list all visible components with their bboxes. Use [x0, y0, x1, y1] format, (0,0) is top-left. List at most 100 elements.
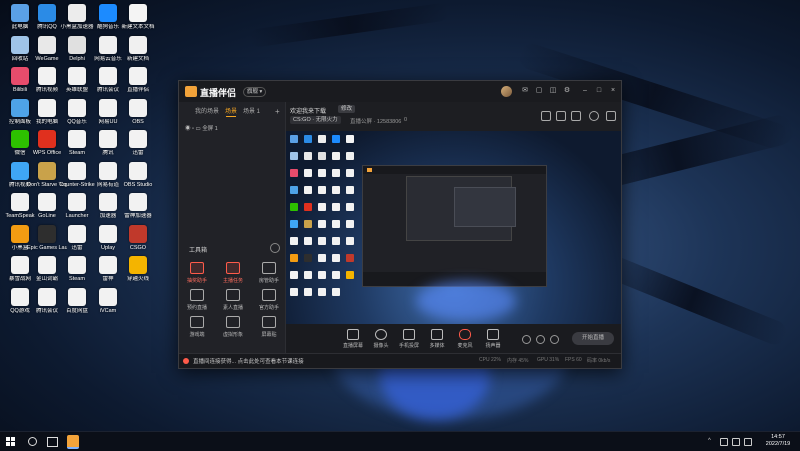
desktop-icon[interactable]: iVCam — [88, 287, 128, 315]
gift-icon[interactable] — [541, 111, 551, 121]
preview-icon — [346, 186, 354, 194]
tool-icon — [262, 289, 276, 301]
windows-start-icon[interactable] — [6, 437, 15, 446]
desktop-icon[interactable]: OBS Studio — [118, 161, 158, 189]
app-icon — [129, 4, 147, 22]
wallpaper-streak — [248, 2, 450, 48]
bell-icon[interactable] — [589, 111, 599, 121]
layer-item[interactable]: ◉ ▫ ▭ 全屏 1 — [185, 124, 218, 132]
desktop-icon[interactable]: OBS — [118, 98, 158, 126]
status-bar: 直播间连接获得... 点击此处可查看本节课连接 CPU 22% 内存 45% G… — [179, 353, 621, 368]
desktop-icon[interactable]: 新建文本文档 — [118, 4, 158, 31]
eye-icon[interactable]: ◉ — [185, 126, 191, 132]
category-selector[interactable]: CS:GO · 无限火力 — [290, 116, 341, 124]
preview-icon — [332, 254, 340, 262]
volume-icon[interactable] — [732, 438, 740, 446]
preview-icon — [318, 152, 326, 160]
app-icon — [38, 35, 56, 54]
lock-icon[interactable]: ▫ — [192, 126, 194, 132]
minimize-icon[interactable]: – — [581, 87, 589, 95]
tab-scene[interactable]: 场景 — [225, 106, 237, 115]
tool-label: 抽奖助手 — [186, 278, 207, 284]
user-avatar[interactable] — [501, 86, 512, 97]
preview-icon — [318, 186, 326, 194]
ime-icon[interactable] — [744, 438, 752, 446]
settings-icon[interactable]: ⚙ — [563, 87, 571, 95]
lock-icon[interactable] — [556, 111, 566, 121]
visibility-icon[interactable] — [536, 335, 545, 344]
desktop-icon[interactable]: 直播伴侣 — [118, 67, 158, 94]
network-icon[interactable] — [720, 438, 728, 446]
tool-item[interactable]: 虚拟形象 — [218, 316, 248, 338]
tool-item[interactable]: 游戏端 — [182, 316, 212, 338]
preview-icon — [332, 186, 340, 194]
control-label: 直播屏幕 — [342, 343, 363, 349]
stream-preview[interactable] — [286, 131, 621, 324]
phone-mirror-button[interactable]: 手机投屏 — [396, 329, 422, 349]
status-message[interactable]: 直播间连接获得... 点击此处可查看本节课连接 — [193, 357, 304, 365]
desktop-icon-label: iVCam — [99, 307, 117, 314]
desktop-icon-label: OBS — [132, 118, 144, 125]
preview-icon — [304, 237, 312, 245]
mail-icon[interactable]: ✉ — [521, 87, 529, 95]
more-icon[interactable] — [606, 111, 616, 121]
record-icon[interactable] — [522, 335, 531, 344]
metric-memory: 内存 45% — [507, 358, 529, 364]
edit-title-button[interactable]: 修改 — [338, 105, 356, 113]
close-icon[interactable]: × — [609, 87, 617, 95]
app-icon — [68, 161, 86, 180]
preview-glow — [416, 281, 516, 321]
taskbar-app-live-companion[interactable] — [67, 435, 79, 449]
live-companion-window[interactable]: 直播伴侣 旗舰 ▾ ✉ ▢ ◫ ⚙ – □ × 我的场景 场景 场景 1 + ◉… — [178, 80, 622, 369]
system-clock[interactable]: 14:57 2022/7/19 — [760, 434, 796, 448]
tool-item[interactable]: 房管助手 — [254, 262, 284, 284]
tool-item[interactable]: 官方助手 — [254, 289, 284, 311]
start-live-button[interactable]: 开始直播 — [572, 332, 614, 345]
toolbox-collapse-icon[interactable] — [270, 243, 280, 253]
desktop-icon-label: OBS Studio — [123, 181, 153, 188]
tool-label: 主播任务 — [222, 278, 243, 284]
desktop-icon[interactable]: 新建文档 — [118, 35, 158, 63]
preview-icon — [346, 135, 354, 143]
grid-icon[interactable] — [571, 111, 581, 121]
tool-icon — [262, 316, 276, 328]
app-icon — [38, 287, 56, 306]
app-icon — [38, 224, 56, 243]
control-label: 麦克风 — [457, 343, 473, 349]
tool-label: 游戏端 — [189, 332, 205, 338]
notification-icon[interactable]: ◫ — [549, 87, 557, 95]
desktop-icon-label: CSGO — [129, 244, 147, 251]
add-scene-button[interactable]: + — [275, 107, 280, 116]
tab-scene-1[interactable]: 场景 1 — [243, 106, 260, 115]
tool-icon — [190, 316, 204, 328]
tray-arrow-icon[interactable]: ^ — [708, 438, 714, 444]
tool-item[interactable]: 主播任务 — [218, 262, 248, 284]
tool-item[interactable]: 素人直播 — [218, 289, 248, 311]
control-label: 摄像头 — [373, 343, 389, 349]
desktop-icon[interactable]: CSGO — [118, 224, 158, 252]
desktop-icon[interactable]: 雷神加速器 — [118, 193, 158, 220]
camera-button[interactable]: 摄像头 — [368, 329, 394, 349]
message-icon[interactable]: ▢ — [535, 87, 543, 95]
media-button[interactable]: 多媒体 — [424, 329, 450, 349]
settings-icon[interactable] — [550, 335, 559, 344]
tool-item[interactable]: 屏幕贴 — [254, 316, 284, 338]
search-icon[interactable] — [28, 437, 37, 446]
version-badge[interactable]: 旗舰 ▾ — [243, 87, 267, 97]
maximize-icon[interactable]: □ — [595, 87, 603, 95]
title-bar[interactable]: 直播伴侣 旗舰 ▾ ✉ ▢ ◫ ⚙ – □ × — [179, 81, 621, 103]
preview-icon — [318, 220, 326, 228]
tool-item[interactable]: 预约直播 — [182, 289, 212, 311]
tool-item[interactable]: 抽奖助手 — [182, 262, 212, 284]
speaker-button[interactable]: 扬声器 — [480, 329, 506, 349]
preview-icon — [346, 254, 354, 262]
microphone-button[interactable]: 麦克风 — [452, 329, 478, 349]
screen-capture-button[interactable]: 直播屏幕 — [340, 329, 366, 349]
tool-icon — [190, 262, 204, 274]
app-icon — [99, 130, 117, 148]
desktop-icon[interactable]: 迅雷 — [118, 130, 158, 157]
preview-nested-window — [362, 165, 547, 287]
task-view-icon[interactable] — [47, 437, 58, 447]
tab-my-scenes[interactable]: 我的场景 — [195, 106, 219, 115]
desktop-icon[interactable]: 穿越火线 — [118, 256, 158, 283]
